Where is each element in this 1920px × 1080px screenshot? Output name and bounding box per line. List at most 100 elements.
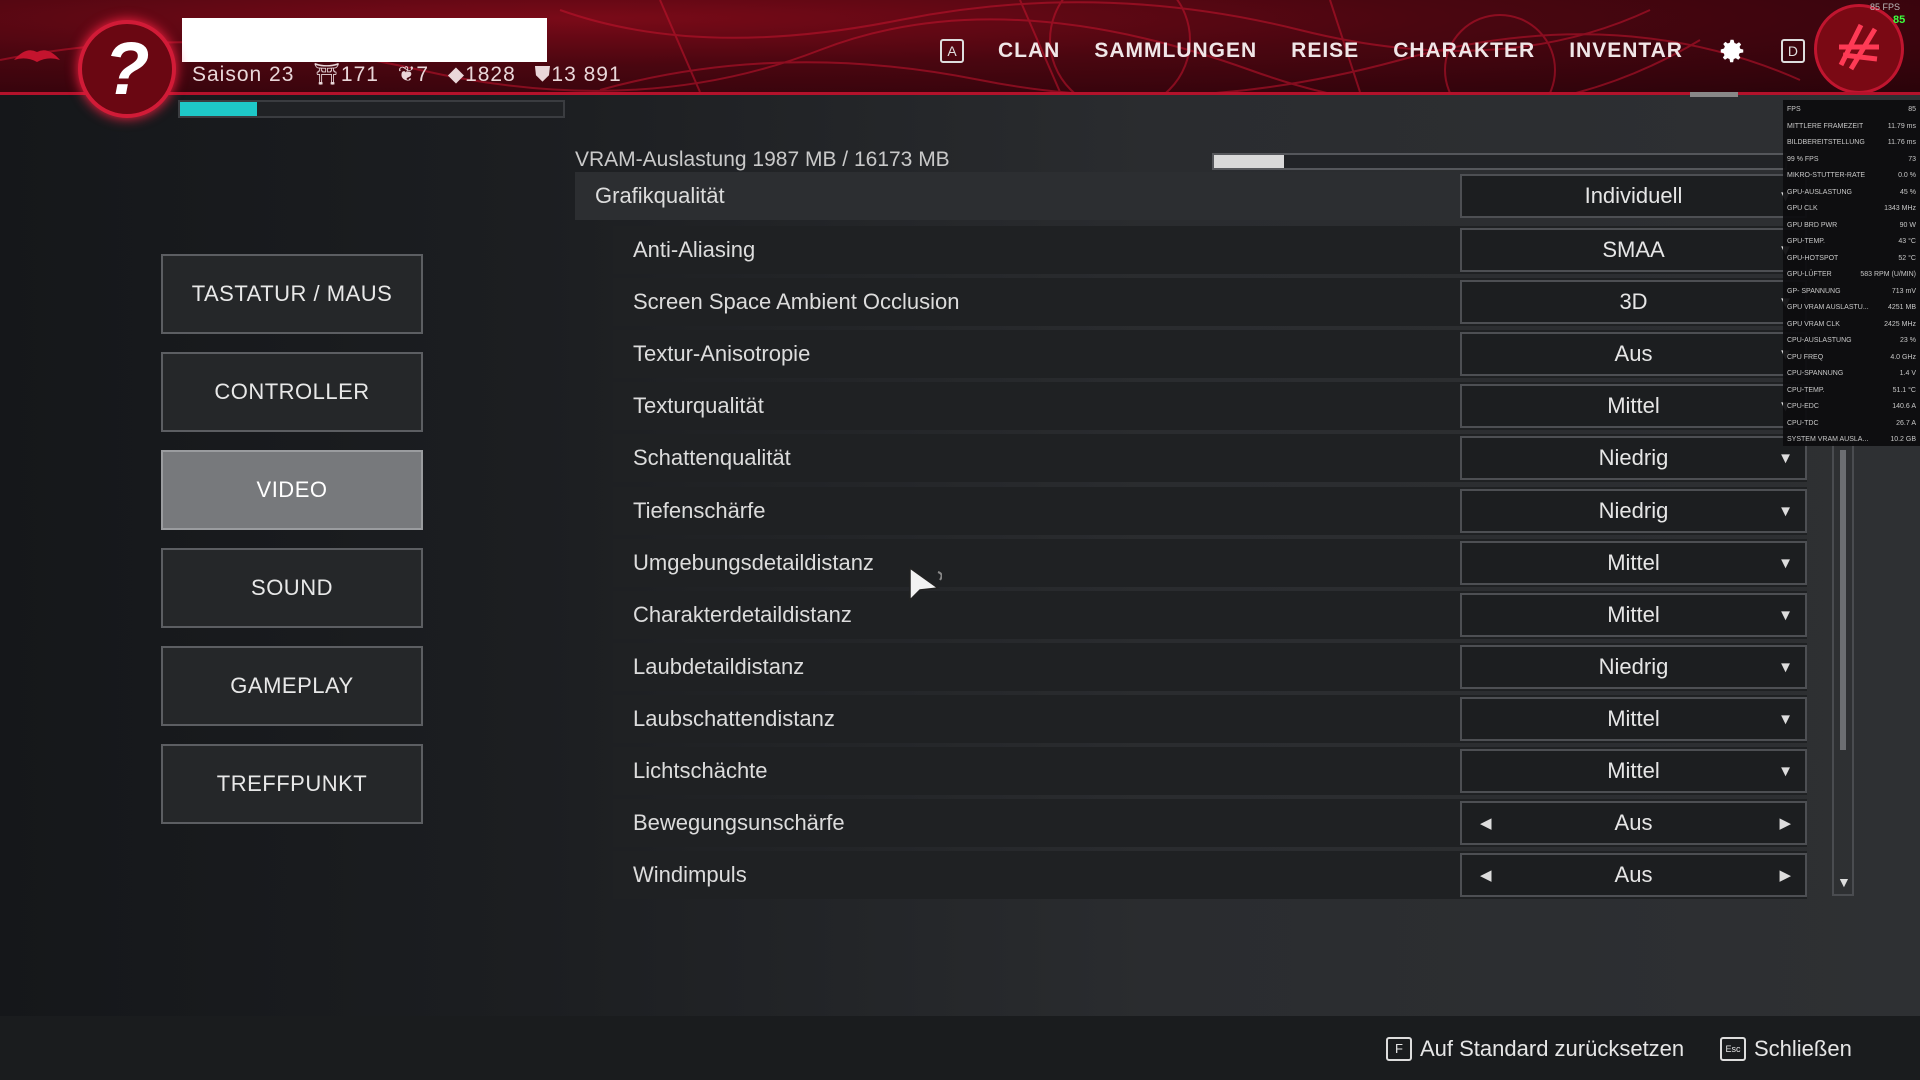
overlay-metric-value: 140.6 A xyxy=(1892,403,1916,410)
setting-value-umgebungsdetaildistanz[interactable]: Mittel ▼ xyxy=(1460,541,1807,585)
nav-inventar[interactable]: INVENTAR xyxy=(1569,39,1683,63)
setting-value-laubdetaildistanz[interactable]: Niedrig ▼ xyxy=(1460,645,1807,689)
overlay-metric-name: GPU-LÜFTER xyxy=(1787,271,1832,278)
overlay-metric-row: GPU-TEMP. 43 °C xyxy=(1787,234,1916,251)
menu-video[interactable]: VIDEO xyxy=(161,450,423,530)
overlay-metric-row: FPS 85 xyxy=(1787,102,1916,119)
overlay-metric-row: 99 % FPS 73 xyxy=(1787,152,1916,169)
scroll-down-arrow-icon[interactable]: ▼ xyxy=(1837,874,1851,890)
season-progress-fill xyxy=(180,102,257,116)
arrow-right-icon[interactable]: ▶ xyxy=(1779,814,1791,832)
chevron-down-icon: ▼ xyxy=(1778,450,1793,467)
overlay-metric-name: GP- SPANNUNG xyxy=(1787,287,1841,295)
reset-defaults-button[interactable]: F Auf Standard zurücksetzen xyxy=(1386,1036,1684,1062)
overlay-metric-name: GPU CLK xyxy=(1787,205,1818,212)
arrow-left-icon[interactable]: ◀ xyxy=(1480,814,1492,832)
overlay-metric-value: 26.7 A xyxy=(1896,419,1916,427)
setting-value-windimpuls[interactable]: Aus ◀ ▶ xyxy=(1460,853,1807,897)
guardian-rank-emblem[interactable]: ? xyxy=(78,20,176,118)
chevron-down-icon: ▼ xyxy=(1778,607,1793,624)
overlay-metric-value: 1.4 V xyxy=(1899,370,1916,377)
setting-value-bewegungsunschärfe[interactable]: Aus ◀ ▶ xyxy=(1460,801,1807,845)
chevron-down-icon: ▼ xyxy=(1778,763,1793,780)
setting-label: Texturqualität xyxy=(633,393,764,418)
setting-value-text: Mittel xyxy=(1607,706,1660,731)
chevron-down-icon: ▼ xyxy=(1778,503,1793,520)
graphics-quality-value[interactable]: Individuell ▼ xyxy=(1460,174,1807,218)
overlay-metric-value: 45 % xyxy=(1900,188,1916,196)
menu-sound[interactable]: SOUND xyxy=(161,548,423,628)
overlay-metric-row: CPU-TEMP. 51.1 °C xyxy=(1787,383,1916,400)
nav-sammlungen[interactable]: SAMMLUNGEN xyxy=(1094,39,1257,63)
setting-value-tiefenschärfe[interactable]: Niedrig ▼ xyxy=(1460,489,1807,533)
menu-treffpunkt[interactable]: TREFFPUNKT xyxy=(161,744,423,824)
setting-value-anti-aliasing[interactable]: SMAA▼ xyxy=(1460,228,1807,272)
vram-usage-label: VRAM-Auslastung 1987 MB / 16173 MB xyxy=(575,148,950,171)
overlay-metric-row: GPU VRAM CLK 2425 MHz xyxy=(1787,317,1916,334)
setting-value-texturqualität[interactable]: Mittel▼ xyxy=(1460,384,1807,428)
setting-value-text: Mittel xyxy=(1607,393,1660,418)
overlay-metric-value: 11.76 ms xyxy=(1887,139,1916,146)
nav-charakter[interactable]: CHARAKTER xyxy=(1393,39,1535,63)
settings-scrollbar[interactable]: ▼ xyxy=(1832,440,1854,896)
overlay-metric-name: CPU-SPANNUNG xyxy=(1787,370,1844,377)
overlay-metric-row: CPU-AUSLASTUNG 23 % xyxy=(1787,333,1916,350)
overlay-metric-value: 51.1 °C xyxy=(1892,386,1916,394)
setting-value-lichtschächte[interactable]: Mittel ▼ xyxy=(1460,749,1807,793)
nav-reise[interactable]: REISE xyxy=(1291,39,1359,63)
graphics-quality-label: Grafikqualität xyxy=(595,183,725,208)
overlay-metric-value: 713 mV xyxy=(1891,287,1916,295)
overlay-metric-row: GPU-HOTSPOT 52 °C xyxy=(1787,251,1916,268)
overlay-metric-name: CPU-TDC xyxy=(1787,419,1819,427)
stat-shards: ⛊13 891 xyxy=(534,63,622,86)
arrow-right-icon[interactable]: ▶ xyxy=(1779,866,1791,884)
setting-label: Screen Space Ambient Occlusion xyxy=(633,289,960,314)
menu-gameplay[interactable]: GAMEPLAY xyxy=(161,646,423,726)
stat-glimmer: ◆1828 xyxy=(447,63,516,86)
menu-tastatur-maus[interactable]: TASTATUR / MAUS xyxy=(161,254,423,334)
setting-value-text: Aus xyxy=(1614,810,1653,835)
menu-label: TREFFPUNKT xyxy=(216,771,368,796)
setting-value-laubschattendistanz[interactable]: Mittel ▼ xyxy=(1460,697,1807,741)
menu-label: GAMEPLAY xyxy=(230,673,354,698)
overlay-metric-name: GPU-AUSLASTUNG xyxy=(1787,188,1852,196)
overlay-metric-value: 2425 MHz xyxy=(1884,320,1916,328)
overlay-metric-name: MITTLERE FRAMEZEIT xyxy=(1787,122,1864,130)
nav-clan[interactable]: CLAN xyxy=(998,39,1060,63)
overlay-metric-row: CPU FREQ 4.0 GHz xyxy=(1787,350,1916,367)
key-hint-a: A xyxy=(940,39,964,63)
top-navigation: A CLAN SAMMLUNGEN REISE CHARAKTER INVENT… xyxy=(940,36,1805,66)
settings-gear-icon[interactable] xyxy=(1717,36,1747,66)
season-label: Saison 23 xyxy=(192,63,295,86)
setting-label: Bewegungsunschärfe xyxy=(633,810,845,835)
setting-value-text: Niedrig xyxy=(1598,654,1669,679)
clan-emblem-icon[interactable] xyxy=(1814,4,1904,92)
chevron-down-icon: ▼ xyxy=(1778,555,1793,572)
menu-label: VIDEO xyxy=(256,477,328,502)
key-hint-esc: Esc xyxy=(1720,1037,1746,1061)
scrollbar-thumb[interactable] xyxy=(1840,450,1846,750)
overlay-metric-row: GPU CLK 1343 MHz xyxy=(1787,201,1916,218)
overlay-metric-name: CPU-AUSLASTUNG xyxy=(1787,337,1852,344)
overlay-metric-row: GPU-LÜFTER 583 RPM (U/MIN) xyxy=(1787,267,1916,284)
close-button[interactable]: Esc Schließen xyxy=(1720,1036,1852,1062)
vram-usage-fill xyxy=(1214,155,1285,168)
fps-counter: 85 xyxy=(1893,14,1906,26)
overlay-metric-name: SYSTEM VRAM AUSLA... xyxy=(1787,436,1869,443)
setting-value-text: Aus xyxy=(1614,862,1653,887)
setting-value-schattenqualität[interactable]: Niedrig ▼ xyxy=(1460,436,1807,480)
player-stats: Saison 23 ⛩171 ❦7 ◆1828 ⛊13 891 xyxy=(192,62,634,87)
season-progress-bar xyxy=(178,100,565,118)
arrow-left-icon[interactable]: ◀ xyxy=(1480,866,1492,884)
overlay-metric-value: 85 xyxy=(1908,106,1916,113)
menu-label: SOUND xyxy=(251,575,333,600)
overlay-metric-value: 52 °C xyxy=(1898,254,1916,262)
menu-controller[interactable]: CONTROLLER xyxy=(161,352,423,432)
setting-value-textur-anisotropie[interactable]: Aus▼ xyxy=(1460,332,1807,376)
overlay-metric-row: CPU-TDC 26.7 A xyxy=(1787,416,1916,433)
overlay-metric-name: GPU-HOTSPOT xyxy=(1787,254,1839,262)
setting-value-screen-space-ambient-occlusion[interactable]: 3D▼ xyxy=(1460,280,1807,324)
overlay-metric-value: 0.0 % xyxy=(1898,172,1916,179)
overlay-metric-name: CPU-TEMP. xyxy=(1787,386,1825,394)
setting-value-charakterdetaildistanz[interactable]: Mittel ▼ xyxy=(1460,593,1807,637)
